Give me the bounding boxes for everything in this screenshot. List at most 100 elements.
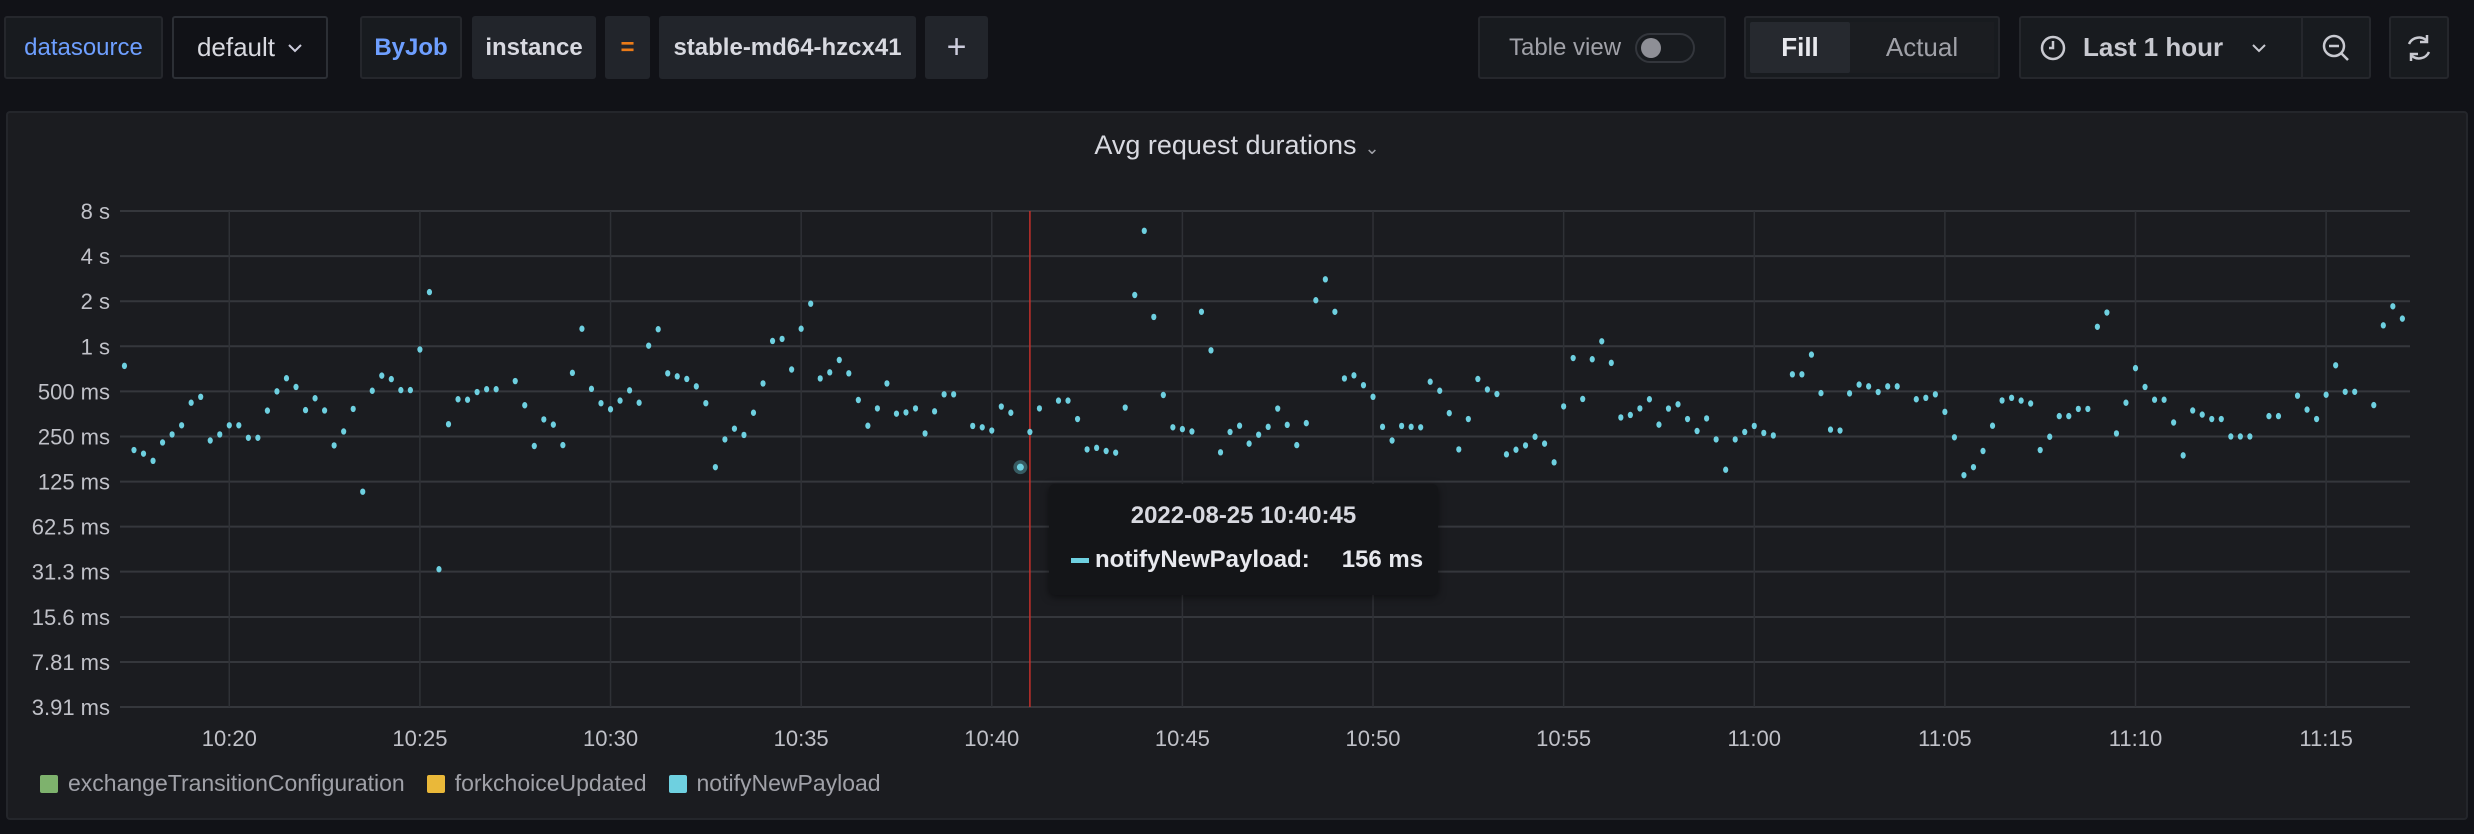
data-point[interactable] bbox=[2151, 396, 2158, 403]
data-point[interactable] bbox=[970, 422, 976, 430]
data-point[interactable] bbox=[617, 397, 623, 404]
data-point[interactable] bbox=[2313, 415, 2320, 423]
data-point[interactable] bbox=[2304, 406, 2310, 413]
data-point[interactable] bbox=[1341, 375, 1348, 382]
data-point[interactable] bbox=[865, 422, 871, 429]
data-point[interactable] bbox=[464, 396, 471, 403]
data-point[interactable] bbox=[836, 356, 842, 364]
data-point[interactable] bbox=[1275, 405, 1281, 412]
data-point[interactable] bbox=[1770, 432, 1776, 439]
data-point[interactable] bbox=[2009, 394, 2015, 402]
data-point[interactable] bbox=[1875, 388, 1881, 396]
data-point[interactable] bbox=[1694, 427, 1700, 435]
data-point[interactable] bbox=[827, 369, 833, 376]
data-point[interactable] bbox=[1932, 391, 1938, 398]
data-point[interactable] bbox=[226, 422, 232, 429]
data-point[interactable] bbox=[2142, 383, 2148, 391]
data-point[interactable] bbox=[283, 375, 290, 382]
data-point[interactable] bbox=[1789, 371, 1795, 378]
data-point[interactable] bbox=[350, 405, 356, 413]
data-point[interactable] bbox=[1551, 459, 1557, 466]
data-point[interactable] bbox=[1580, 395, 1586, 403]
data-point[interactable] bbox=[846, 370, 852, 377]
data-point[interactable] bbox=[426, 288, 433, 296]
data-point[interactable] bbox=[607, 406, 614, 413]
data-point[interactable] bbox=[1360, 381, 1367, 389]
data-point[interactable] bbox=[1656, 421, 1662, 428]
data-point[interactable] bbox=[255, 434, 261, 441]
data-point[interactable] bbox=[989, 427, 995, 434]
data-point[interactable] bbox=[2018, 397, 2024, 404]
data-point[interactable] bbox=[1808, 351, 1815, 358]
data-point[interactable] bbox=[2218, 415, 2224, 423]
data-point[interactable] bbox=[1427, 378, 1433, 385]
data-point[interactable] bbox=[2294, 392, 2301, 399]
data-point[interactable] bbox=[1208, 347, 1214, 354]
data-point[interactable] bbox=[198, 393, 204, 401]
data-point[interactable] bbox=[808, 300, 814, 307]
data-point[interactable] bbox=[1570, 354, 1576, 362]
data-point[interactable] bbox=[417, 346, 423, 353]
data-point[interactable] bbox=[2333, 362, 2339, 369]
data-point[interactable] bbox=[341, 428, 347, 435]
data-point[interactable] bbox=[1532, 433, 1538, 440]
data-point[interactable] bbox=[884, 380, 890, 387]
data-point[interactable] bbox=[998, 403, 1004, 410]
data-point[interactable] bbox=[1122, 404, 1128, 411]
data-point[interactable] bbox=[159, 439, 166, 446]
data-point[interactable] bbox=[1418, 424, 1424, 431]
legend-item[interactable]: exchangeTransitionConfiguration bbox=[40, 770, 405, 797]
data-point[interactable] bbox=[1704, 415, 1710, 422]
data-point[interactable] bbox=[484, 386, 490, 393]
data-point[interactable] bbox=[436, 566, 442, 573]
data-point[interactable] bbox=[941, 391, 947, 398]
data-point[interactable] bbox=[731, 425, 738, 432]
data-point[interactable] bbox=[1951, 434, 1958, 441]
data-point[interactable] bbox=[293, 383, 299, 391]
data-point[interactable] bbox=[2056, 412, 2062, 420]
data-point[interactable] bbox=[322, 407, 328, 414]
data-point[interactable] bbox=[1846, 390, 1853, 397]
data-point[interactable] bbox=[179, 422, 185, 429]
data-point[interactable] bbox=[979, 424, 985, 431]
data-point[interactable] bbox=[274, 388, 280, 395]
data-point[interactable] bbox=[789, 366, 795, 373]
data-point[interactable] bbox=[1265, 423, 1271, 431]
data-point[interactable] bbox=[2247, 433, 2253, 440]
data-point[interactable] bbox=[1351, 372, 1357, 379]
data-point[interactable] bbox=[207, 437, 213, 444]
data-point[interactable] bbox=[1151, 313, 1157, 321]
data-point[interactable] bbox=[1303, 419, 1309, 427]
data-point[interactable] bbox=[2104, 309, 2110, 316]
data-point[interactable] bbox=[2209, 415, 2215, 423]
data-point[interactable] bbox=[1999, 397, 2005, 404]
data-point[interactable] bbox=[2066, 412, 2072, 420]
data-point[interactable] bbox=[1589, 356, 1595, 363]
data-point[interactable] bbox=[1980, 447, 1986, 455]
data-point[interactable] bbox=[1160, 391, 1166, 399]
data-point[interactable] bbox=[703, 399, 709, 407]
data-point[interactable] bbox=[1027, 428, 1033, 436]
data-point[interactable] bbox=[1370, 393, 1376, 401]
data-point[interactable] bbox=[1713, 436, 1719, 443]
data-point[interactable] bbox=[236, 422, 242, 429]
legend-item[interactable]: notifyNewPayload bbox=[668, 770, 881, 797]
data-point[interactable] bbox=[1989, 422, 1996, 429]
data-point[interactable] bbox=[817, 375, 823, 382]
data-point[interactable] bbox=[1332, 308, 1338, 315]
data-point[interactable] bbox=[2190, 407, 2196, 414]
data-point[interactable] bbox=[1389, 437, 1395, 444]
data-point[interactable] bbox=[302, 406, 309, 414]
data-point[interactable] bbox=[931, 408, 938, 415]
data-point[interactable] bbox=[217, 431, 223, 438]
data-point[interactable] bbox=[245, 434, 251, 441]
data-point[interactable] bbox=[1799, 371, 1805, 378]
data-point[interactable] bbox=[407, 386, 413, 394]
data-point[interactable] bbox=[2399, 315, 2405, 322]
data-point[interactable] bbox=[588, 385, 595, 393]
scatter-chart[interactable]: 3.91 ms 7.81 ms 15.6 ms 31.3 ms 62.5 ms 125 m… bbox=[0, 0, 2474, 834]
data-point[interactable] bbox=[2171, 419, 2177, 426]
data-point[interactable] bbox=[531, 442, 537, 450]
data-point[interactable] bbox=[1913, 396, 1919, 403]
data-point[interactable] bbox=[2390, 303, 2396, 310]
